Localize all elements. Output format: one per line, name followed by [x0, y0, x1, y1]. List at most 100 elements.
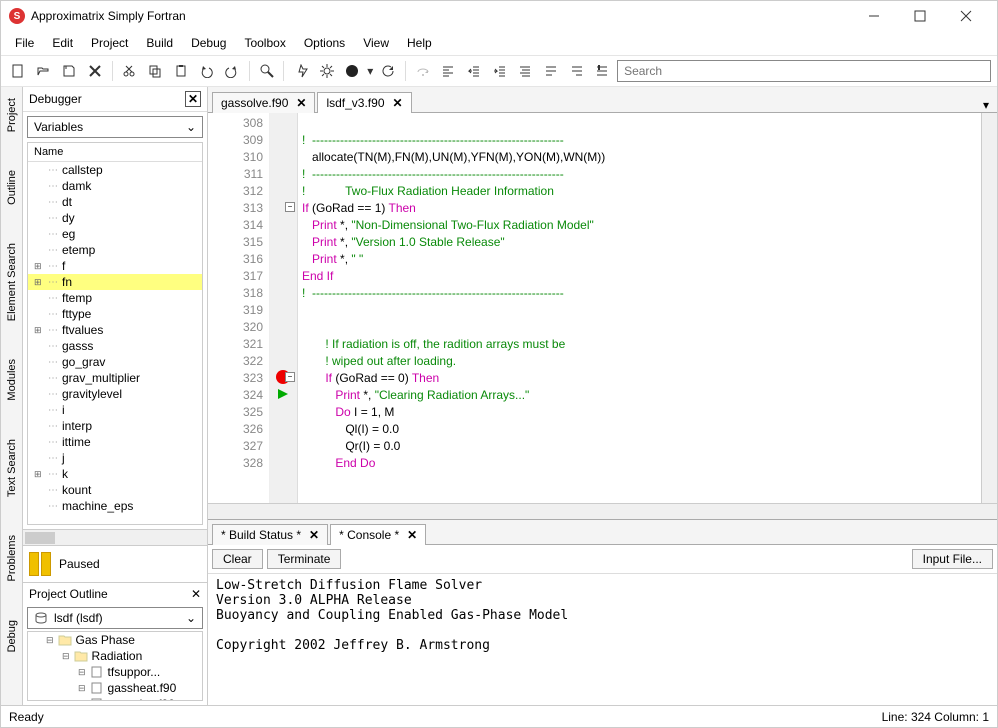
- code-area[interactable]: ! --------------------------------------…: [298, 113, 981, 503]
- paste-icon[interactable]: [170, 60, 192, 82]
- project-tree-item[interactable]: ⊟Radiation: [28, 648, 202, 664]
- variable-item[interactable]: ⋯interp: [28, 418, 202, 434]
- maximize-button[interactable]: [897, 1, 943, 31]
- code-line[interactable]: ! Two-Flux Radiation Header Information: [302, 183, 977, 200]
- code-line[interactable]: If (GoRad == 1) Then: [302, 200, 977, 217]
- code-line[interactable]: Print *, "Clearing Radiation Arrays...": [302, 387, 977, 404]
- variables-dropdown[interactable]: Variables ⌄: [27, 116, 203, 138]
- code-line[interactable]: ! --------------------------------------…: [302, 285, 977, 302]
- code-line[interactable]: [302, 319, 977, 336]
- variable-item[interactable]: ⋯machine_eps: [28, 498, 202, 514]
- code-line[interactable]: [302, 115, 977, 132]
- tab-close-icon[interactable]: ✕: [393, 96, 403, 110]
- code-line[interactable]: Do I = 1, M: [302, 404, 977, 421]
- outdent-icon[interactable]: [463, 60, 485, 82]
- code-line[interactable]: Print *, " ": [302, 251, 977, 268]
- tab-close-icon[interactable]: ✕: [296, 96, 306, 110]
- settings-icon[interactable]: [316, 60, 338, 82]
- tree-expander-icon[interactable]: ⊟: [62, 651, 70, 662]
- tab-close-icon[interactable]: ✕: [407, 528, 417, 542]
- variable-item[interactable]: ⋯grav_multiplier: [28, 370, 202, 386]
- code-line[interactable]: ! --------------------------------------…: [302, 132, 977, 149]
- minimize-button[interactable]: [851, 1, 897, 31]
- menu-edit[interactable]: Edit: [44, 34, 81, 52]
- variable-item[interactable]: ⋯dt: [28, 194, 202, 210]
- close-button[interactable]: [943, 1, 989, 31]
- side-tab-problems[interactable]: Problems: [2, 528, 22, 606]
- indent-icon[interactable]: [489, 60, 511, 82]
- side-tab-modules[interactable]: Modules: [2, 352, 22, 426]
- variable-item[interactable]: ⋯damk: [28, 178, 202, 194]
- project-tree-item[interactable]: ⊟Gas Phase: [28, 632, 202, 648]
- variables-hscroll[interactable]: [23, 529, 207, 545]
- editor-tabs-overflow-icon[interactable]: ▾: [975, 98, 997, 112]
- project-tree-item[interactable]: ⊟tfsuppor...: [28, 664, 202, 680]
- code-line[interactable]: Print *, "Non-Dimensional Two-Flux Radia…: [302, 217, 977, 234]
- console-output[interactable]: Low-Stretch Diffusion Flame Solver Versi…: [208, 574, 997, 705]
- input-file-button[interactable]: Input File...: [912, 549, 993, 569]
- comment-icon[interactable]: [540, 60, 562, 82]
- tree-expander-icon[interactable]: ⊟: [78, 667, 86, 678]
- editor-hscroll[interactable]: [208, 503, 997, 519]
- bottom-tab[interactable]: * Build Status *✕: [212, 524, 328, 545]
- marker-gutter[interactable]: −−: [270, 113, 298, 503]
- terminate-button[interactable]: Terminate: [267, 549, 342, 569]
- variable-item[interactable]: ⋯j: [28, 450, 202, 466]
- variable-item[interactable]: ⋯ittime: [28, 434, 202, 450]
- variable-item[interactable]: ⋯fn: [28, 274, 202, 290]
- code-line[interactable]: ! wiped out after loading.: [302, 353, 977, 370]
- code-line[interactable]: Print *, "Version 1.0 Stable Release": [302, 234, 977, 251]
- cut-icon[interactable]: [119, 60, 141, 82]
- variable-item[interactable]: ⋯gasss: [28, 338, 202, 354]
- variable-item[interactable]: ⋯i: [28, 402, 202, 418]
- uncomment-icon[interactable]: [566, 60, 588, 82]
- fold-icon[interactable]: −: [285, 202, 295, 212]
- variable-item[interactable]: ⋯go_grav: [28, 354, 202, 370]
- code-line[interactable]: End If: [302, 268, 977, 285]
- menu-debug[interactable]: Debug: [183, 34, 234, 52]
- editor-tab[interactable]: lsdf_v3.f90✕: [317, 92, 411, 113]
- side-tab-outline[interactable]: Outline: [2, 163, 22, 230]
- close-file-icon[interactable]: [84, 60, 106, 82]
- variable-item[interactable]: ⋯gravitylevel: [28, 386, 202, 402]
- code-line[interactable]: End Do: [302, 455, 977, 472]
- menu-toolbox[interactable]: Toolbox: [236, 34, 293, 52]
- debugger-close-icon[interactable]: ✕: [185, 91, 201, 107]
- project-tree[interactable]: ⊟Gas Phase⊟Radiation⊟tfsuppor...⊟gasshea…: [27, 631, 203, 701]
- editor-tab[interactable]: gassolve.f90✕: [212, 92, 315, 113]
- open-icon[interactable]: [33, 60, 55, 82]
- side-tab-element-search[interactable]: Element Search: [2, 236, 22, 346]
- run-dropdown-icon[interactable]: ▾: [367, 64, 373, 78]
- fold-icon[interactable]: −: [285, 372, 295, 382]
- menu-view[interactable]: View: [355, 34, 397, 52]
- new-file-icon[interactable]: [7, 60, 29, 82]
- variable-item[interactable]: ⋯dy: [28, 210, 202, 226]
- code-line[interactable]: allocate(TN(M),FN(M),UN(M),YFN(M),YON(M)…: [302, 149, 977, 166]
- find-icon[interactable]: [256, 60, 278, 82]
- variable-item[interactable]: ⋯fttype: [28, 306, 202, 322]
- debug-step-over-icon[interactable]: [412, 60, 434, 82]
- align-icon[interactable]: [515, 60, 537, 82]
- side-tab-project[interactable]: Project: [2, 91, 22, 157]
- code-line[interactable]: If (GoRad == 0) Then: [302, 370, 977, 387]
- tree-expander-icon[interactable]: ⊟: [78, 699, 86, 702]
- variables-tree[interactable]: Name ⋯callstep⋯damk⋯dt⋯dy⋯eg⋯etemp⋯f⋯fn⋯…: [27, 142, 203, 525]
- undo-icon[interactable]: [195, 60, 217, 82]
- menu-project[interactable]: Project: [83, 34, 136, 52]
- variable-item[interactable]: ⋯etemp: [28, 242, 202, 258]
- variable-item[interactable]: ⋯ftvalues: [28, 322, 202, 338]
- outline-dropdown[interactable]: lsdf (lsdf) ⌄: [27, 607, 203, 629]
- menu-file[interactable]: File: [7, 34, 42, 52]
- code-editor[interactable]: 3083093103113123133143153163173183193203…: [208, 113, 997, 503]
- menu-help[interactable]: Help: [399, 34, 440, 52]
- variable-item[interactable]: ⋯ftemp: [28, 290, 202, 306]
- variable-item[interactable]: ⋯callstep: [28, 162, 202, 178]
- refresh-icon[interactable]: [377, 60, 399, 82]
- project-tree-item[interactable]: ⊟gassheat.f90: [28, 680, 202, 696]
- format-left-icon[interactable]: [438, 60, 460, 82]
- variable-item[interactable]: ⋯kount: [28, 482, 202, 498]
- code-line[interactable]: ! If radiation is off, the radition arra…: [302, 336, 977, 353]
- run-icon[interactable]: [342, 60, 364, 82]
- redo-icon[interactable]: [221, 60, 243, 82]
- save-icon[interactable]: [58, 60, 80, 82]
